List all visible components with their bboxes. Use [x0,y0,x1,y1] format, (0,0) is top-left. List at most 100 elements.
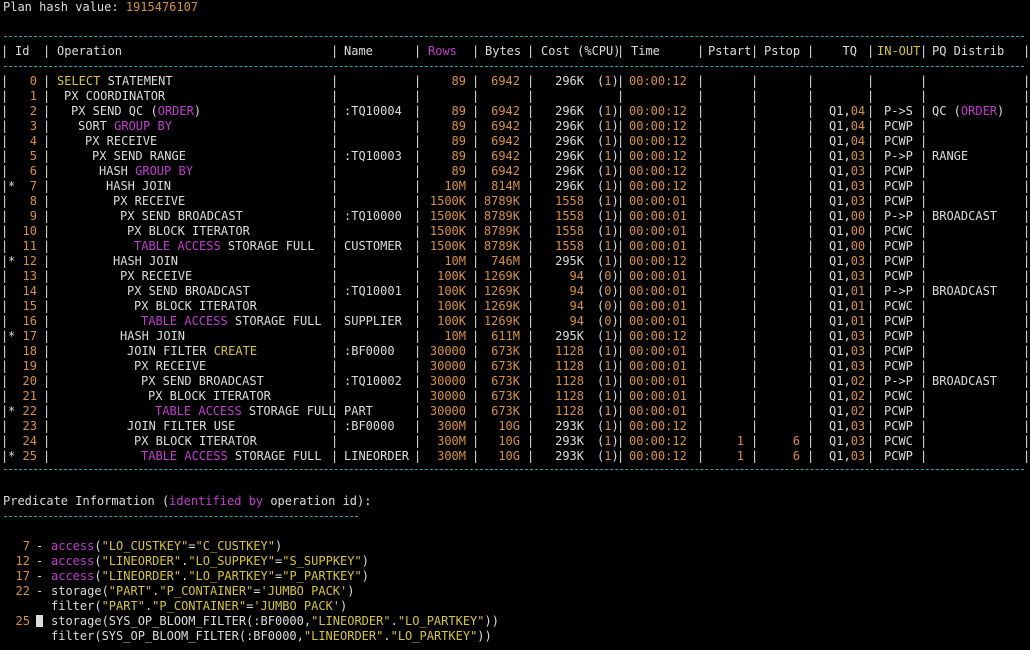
column-divider: | [43,209,51,223]
operation-token: TABLE ACCESS [134,239,221,253]
column-divider: | [697,254,705,268]
operation-token: PX SEND RANGE [92,149,186,163]
row-id-value: 5 [29,149,37,163]
cost-cell: 293K [464,434,584,449]
cpu-cell: (1) [597,134,619,149]
cost-value: 94 [569,284,584,298]
column-divider: | [331,374,339,388]
row-id: 9 [0,209,37,224]
time-value: 00:00:12 [629,254,687,268]
operation-token: PX BLOCK ITERATOR [127,224,250,238]
column-divider: | [331,209,339,223]
column-divider: | [920,344,928,358]
predicate-token: = [188,539,196,553]
tq-prefix: Q1, [829,359,851,373]
pq-token: ORDER [960,104,998,118]
cpu-cell: (1) [597,449,619,464]
operation-cell: PX SEND BROADCAST [127,284,250,299]
pq-distrib-cell: QC (ORDER) [932,104,1004,119]
column-divider: | [867,239,875,253]
cpu-cell: (0) [597,269,619,284]
column-divider: | [807,119,815,133]
time-cell: 00:00:01 [629,224,687,239]
inout-value: P->P [884,149,913,163]
column-header-label: PQ Distrib [932,44,1005,58]
inout-value: PCWP [884,194,913,208]
column-divider: | [43,254,51,268]
pq-distrib-cell: RANGE [932,149,968,164]
column-divider: | [920,179,928,193]
tq-cell: Q1,04 [829,134,865,149]
column-divider: | [527,44,535,58]
tq-cell: Q1,02 [829,389,865,404]
tq-number: 04 [850,119,866,133]
pstop-value: 6 [792,449,800,463]
column-divider: | [751,329,759,343]
predicate-token: . [383,629,391,643]
predicate-expression: access("LO_CUSTKEY"="C_CUSTKEY") [51,539,282,554]
column-divider: | [43,404,51,418]
column-divider: | [43,449,51,463]
time-value: 00:00:12 [629,419,687,433]
predicate-id: 12 [0,554,30,569]
time-cell: 00:00:01 [629,239,687,254]
tq-cell: Q1,00 [829,224,865,239]
inout-cell: P->P [884,374,913,389]
tq-cell: Q1,01 [829,299,865,314]
column-divider: | [43,389,51,403]
column-divider: | [751,344,759,358]
column-divider: | [920,269,928,283]
inout-cell: PCWP [884,134,913,149]
predicate-token: ( [94,554,102,568]
inout-value: PCWC [884,434,913,448]
time-value: 00:00:01 [629,224,687,238]
operation-cell: PX BLOCK ITERATOR [134,299,257,314]
time-value: 00:00:01 [629,374,687,388]
column-divider: | [331,389,339,403]
predicate-id-value: 12 [15,554,30,568]
predicate-dash [36,614,43,629]
column-divider: | [867,134,875,148]
column-divider: | [43,329,51,343]
cost-value: 296K [555,179,584,193]
time-value: 00:00:01 [629,284,687,298]
column-divider: | [920,404,928,418]
column-divider: | [807,329,815,343]
predicate-expression: storage(SYS_OP_BLOOM_FILTER(:BF0000,"LIN… [51,614,499,629]
tq-number: 04 [850,104,866,118]
operation-cell: PX SEND RANGE [92,149,186,164]
time-value: 00:00:01 [629,359,687,373]
row-id-value: 20 [22,374,37,388]
column-divider: | [807,254,815,268]
column-divider: | [331,179,339,193]
column-divider: | [43,44,51,58]
row-id: 16 [0,314,37,329]
cost-cell: 296K [464,179,584,194]
operation-token: STORAGE FULL [227,449,322,463]
tq-prefix: Q1, [829,284,851,298]
column-divider: | [867,209,875,223]
paren: ) [611,119,619,133]
column-divider: | [807,284,815,298]
column-divider: | [697,44,705,58]
paren: ) [611,404,619,418]
paren: ) [611,359,619,373]
inout-value: P->S [884,104,913,118]
operation-token: PX BLOCK ITERATOR [134,299,257,313]
column-divider: | [1023,269,1030,283]
inout-value: PCWP [884,359,913,373]
tq-cell: Q1,03 [829,449,865,464]
column-header: Cost (%CPU) [541,44,620,59]
time-cell: 00:00:01 [629,374,687,389]
tq-prefix: Q1, [829,269,851,283]
time-cell: 00:00:01 [629,284,687,299]
column-divider: | [1023,449,1030,463]
tq-prefix: Q1, [829,194,851,208]
inout-value: PCWP [884,404,913,418]
predicate-token: "PART" [101,599,145,613]
column-divider: | [43,314,51,328]
operation-token: ) [193,104,202,118]
column-divider: | [920,359,928,373]
tq-cell: Q1,03 [829,164,865,179]
column-divider: | [1023,74,1030,88]
